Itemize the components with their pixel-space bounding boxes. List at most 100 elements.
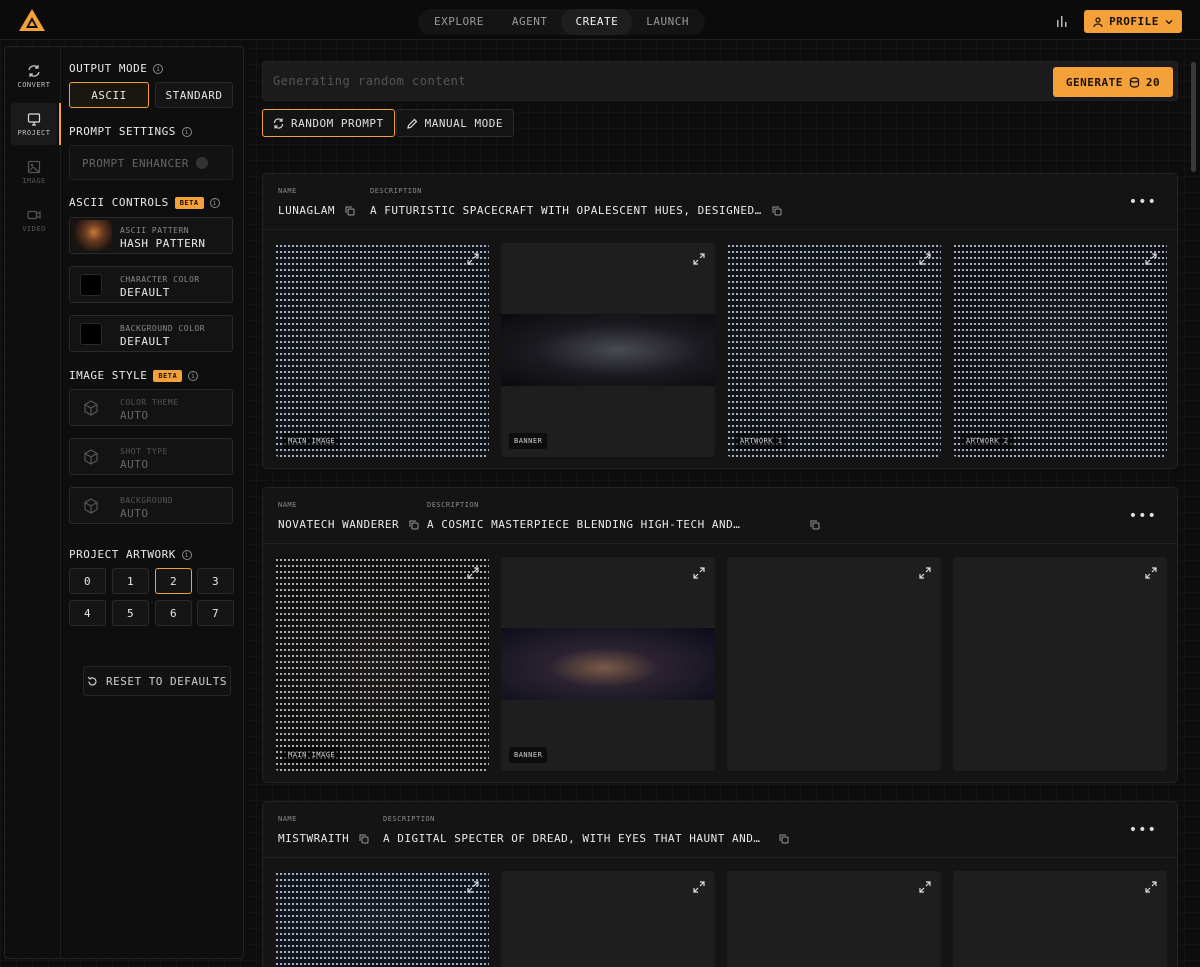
project-name-text: MISTWRAITH: [278, 832, 350, 845]
copy-icon[interactable]: [409, 520, 419, 530]
reset-defaults-label: RESET TO DEFAULTS: [105, 674, 228, 688]
description-label: DESCRIPTION: [427, 501, 479, 509]
expand-icon[interactable]: [467, 253, 479, 265]
empty-artwork-tile[interactable]: [953, 871, 1167, 967]
nav-launch[interactable]: LAUNCH: [632, 9, 703, 35]
copy-icon[interactable]: [810, 520, 820, 530]
profile-label: PROFILE: [1109, 15, 1159, 28]
bar-chart-icon[interactable]: [1055, 14, 1069, 28]
artwork-tile[interactable]: ARTWORK 1: [727, 243, 941, 457]
prompt-bar: GENERATE 20: [262, 61, 1178, 101]
image-icon: [27, 160, 41, 173]
random-prompt-button[interactable]: RANDOM PROMPT: [262, 109, 395, 137]
main-image-tile[interactable]: MAIN IMAGE: [275, 243, 489, 457]
generate-button[interactable]: GENERATE 20: [1053, 67, 1173, 97]
pattern-thumbnail: [72, 220, 112, 251]
empty-artwork-tile[interactable]: [727, 557, 941, 771]
artwork-tile[interactable]: ARTWORK 2: [953, 243, 1167, 457]
info-icon[interactable]: i: [209, 197, 220, 208]
banner-tile[interactable]: BANNER: [501, 557, 715, 771]
expand-icon[interactable]: [919, 567, 931, 579]
background-label: BACKGROUND: [120, 496, 174, 505]
output-standard-button[interactable]: STANDARD: [155, 82, 233, 108]
more-options-icon[interactable]: •••: [1129, 508, 1157, 524]
rail-video-label: VIDEO: [22, 224, 46, 233]
shot-type-select[interactable]: SHOT TYPE AUTO: [69, 438, 233, 475]
expand-icon[interactable]: [919, 253, 931, 265]
expand-icon[interactable]: [467, 567, 479, 579]
background-color-value: DEFAULT: [120, 335, 170, 348]
rail-image[interactable]: IMAGE: [11, 151, 57, 193]
nav-explore[interactable]: EXPLORE: [420, 9, 498, 35]
info-icon[interactable]: i: [188, 370, 199, 381]
nav-create[interactable]: CREATE: [561, 9, 633, 35]
artwork-count-6[interactable]: 6: [155, 600, 192, 626]
background-color-select[interactable]: BACKGROUND COLOR DEFAULT: [69, 315, 233, 352]
empty-artwork-tile[interactable]: [727, 871, 941, 967]
expand-icon[interactable]: [467, 881, 479, 893]
expand-icon[interactable]: [693, 253, 705, 265]
more-options-icon[interactable]: •••: [1129, 194, 1157, 210]
tile-label: ARTWORK 2: [961, 433, 1014, 449]
banner-tile[interactable]: [501, 871, 715, 967]
profile-button[interactable]: PROFILE: [1084, 10, 1182, 33]
background-select[interactable]: BACKGROUND AUTO: [69, 487, 233, 524]
manual-mode-button[interactable]: MANUAL MODE: [395, 109, 514, 137]
nav-agent[interactable]: AGENT: [498, 9, 562, 35]
copy-icon[interactable]: [772, 206, 782, 216]
ascii-controls-title-text: ASCII CONTROLS: [69, 196, 169, 209]
more-options-icon[interactable]: •••: [1129, 822, 1157, 838]
ascii-artwork: [727, 243, 941, 457]
character-color-select[interactable]: CHARACTER COLOR DEFAULT: [69, 266, 233, 303]
artwork-count-2[interactable]: 2: [155, 568, 192, 594]
color-theme-select[interactable]: COLOR THEME AUTO: [69, 389, 233, 426]
info-icon[interactable]: i: [153, 63, 164, 74]
artwork-count-7[interactable]: 7: [197, 600, 234, 626]
expand-icon[interactable]: [693, 881, 705, 893]
reset-defaults-button[interactable]: RESET TO DEFAULTS: [83, 666, 231, 696]
info-icon[interactable]: i: [181, 549, 192, 560]
tool-rail: CONVERT PROJECT IMAGE VIDEO: [5, 47, 61, 958]
copy-icon[interactable]: [779, 834, 789, 844]
banner-tile[interactable]: BANNER: [501, 243, 715, 457]
artwork-count-0[interactable]: 0: [69, 568, 106, 594]
scrollbar[interactable]: [1191, 62, 1196, 172]
main-image-tile[interactable]: [275, 871, 489, 967]
artwork-count-1[interactable]: 1: [112, 568, 149, 594]
name-label: NAME: [278, 815, 297, 823]
logo-icon[interactable]: [18, 8, 46, 32]
background-color-label: BACKGROUND COLOR: [120, 324, 206, 333]
prompt-input[interactable]: [273, 74, 1033, 88]
artwork-count-5[interactable]: 5: [112, 600, 149, 626]
rail-video[interactable]: VIDEO: [11, 199, 57, 241]
ascii-controls-title: ASCII CONTROLS BETA i: [69, 196, 220, 209]
toggle-switch[interactable]: [196, 157, 208, 169]
chevron-down-icon: [1165, 19, 1173, 24]
ascii-pattern-select[interactable]: ASCII PATTERN HASH PATTERN: [69, 217, 233, 254]
rail-project[interactable]: PROJECT: [11, 103, 61, 145]
output-ascii-button[interactable]: ASCII: [69, 82, 149, 108]
name-label: NAME: [278, 501, 297, 509]
cube-icon: [84, 400, 98, 416]
empty-artwork-tile[interactable]: [953, 557, 1167, 771]
ascii-artwork: [275, 557, 489, 771]
expand-icon[interactable]: [693, 567, 705, 579]
color-swatch: [80, 323, 102, 345]
monitor-icon: [27, 112, 41, 126]
copy-icon[interactable]: [345, 206, 355, 216]
expand-icon[interactable]: [1145, 253, 1157, 265]
info-icon[interactable]: i: [181, 126, 192, 137]
project-artwork-title: PROJECT ARTWORK i: [69, 548, 192, 561]
project-artwork-title-text: PROJECT ARTWORK: [69, 548, 176, 561]
artwork-count-4[interactable]: 4: [69, 600, 106, 626]
expand-icon[interactable]: [1145, 881, 1157, 893]
top-bar: EXPLORE AGENT CREATE LAUNCH PROFILE: [0, 0, 1200, 40]
main-image-tile[interactable]: MAIN IMAGE: [275, 557, 489, 771]
rail-convert[interactable]: CONVERT: [11, 55, 57, 97]
expand-icon[interactable]: [1145, 567, 1157, 579]
expand-icon[interactable]: [919, 881, 931, 893]
artwork-count-3[interactable]: 3: [197, 568, 234, 594]
prompt-enhancer-toggle[interactable]: PROMPT ENHANCER: [69, 145, 233, 180]
copy-icon[interactable]: [359, 834, 369, 844]
convert-icon: [28, 64, 40, 77]
